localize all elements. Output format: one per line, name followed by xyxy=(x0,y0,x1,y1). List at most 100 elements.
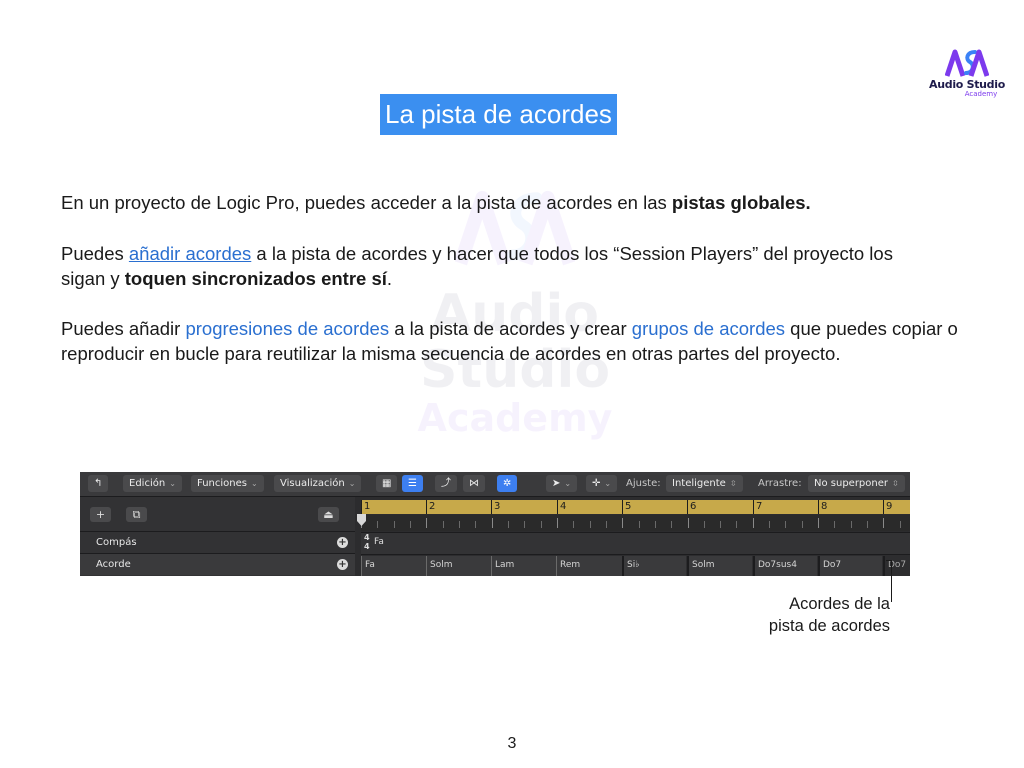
track-label-acorde: Acorde xyxy=(96,559,131,570)
beat-tick xyxy=(426,518,427,528)
chord-region[interactable]: Solm xyxy=(426,556,491,576)
link-anadir-acordes[interactable]: añadir acordes xyxy=(129,243,251,264)
chevron-down-icon: ⌄ xyxy=(250,479,258,488)
arrastre-value: No superponer xyxy=(814,478,889,489)
bar-number: 7 xyxy=(753,500,762,514)
bar-number: 5 xyxy=(622,500,631,514)
visualizacion-label: Visualización xyxy=(280,478,345,489)
visualizacion-menu[interactable]: Visualización ⌄ xyxy=(274,475,362,492)
link-progresiones-de-acordes[interactable]: progresiones de acordes xyxy=(185,318,389,339)
bar-number: 8 xyxy=(818,500,827,514)
key-signature: Fa xyxy=(374,537,384,547)
p3-text-a: Puedes añadir xyxy=(61,318,186,339)
track-header-compas[interactable]: Compás + xyxy=(80,531,355,553)
duplicate-icon: ⧉ xyxy=(132,508,141,521)
chord-region[interactable]: Lam xyxy=(491,556,556,576)
chord-region[interactable]: Solm xyxy=(687,556,752,576)
bar-ruler[interactable]: 1 2 3 4 5 6 7 8 9 xyxy=(361,500,910,514)
chord-region[interactable]: Si♭ xyxy=(622,556,686,576)
catch-icon: ✲ xyxy=(503,478,512,489)
ajuste-value: Inteligente xyxy=(672,478,726,489)
secondary-tool-menu[interactable]: ✛ ⌄ xyxy=(586,475,618,492)
beat-tick xyxy=(688,518,689,528)
back-arrow-icon: ↰ xyxy=(94,478,103,489)
logo-subtext: Academy xyxy=(964,90,998,98)
arrastre-label: Arrastre: xyxy=(758,478,802,489)
bar-number: 9 xyxy=(883,500,892,514)
logo-text: Audio Studio xyxy=(929,78,1005,91)
p2-bold: toquen sincronizados entre sí xyxy=(124,268,387,289)
chevron-down-icon: ⌄ xyxy=(169,479,176,488)
playhead-icon[interactable] xyxy=(357,514,366,526)
logic-pro-screenshot: ↰ Edición ⌄ Funciones ⌄ Visualización ⌄ ▦ ☰… xyxy=(80,472,910,576)
beat-tick xyxy=(851,521,852,528)
paragraph-3: Puedes añadir progresiones de acordes a … xyxy=(61,316,961,366)
compas-track-lane[interactable]: 4 4 Fa xyxy=(361,532,910,554)
beat-tick xyxy=(573,521,574,528)
time-signature-top: 4 xyxy=(364,533,370,542)
arrastre-select[interactable]: No superponer ⇳ xyxy=(808,475,905,492)
list-icon: ☰ xyxy=(408,478,417,489)
grid-view-button[interactable]: ▦ xyxy=(376,475,398,492)
time-signature-bottom: 4 xyxy=(364,542,370,551)
catch-button[interactable]: ✲ xyxy=(497,475,518,492)
p1-text: En un proyecto de Logic Pro, puedes acce… xyxy=(61,192,672,213)
beat-tick xyxy=(639,521,640,528)
callout-line-2: pista de acordes xyxy=(768,617,890,635)
chord-region[interactable]: Do7 xyxy=(818,556,882,576)
beat-tick xyxy=(671,521,672,528)
add-acorde-icon[interactable]: + xyxy=(337,559,348,570)
chord-region[interactable]: Rem xyxy=(556,556,622,576)
callout-line xyxy=(891,560,892,602)
collapse-tracks-button[interactable]: ⏏ xyxy=(318,507,339,522)
duplicate-track-button[interactable]: ⧉ xyxy=(126,507,147,522)
back-button[interactable]: ↰ xyxy=(88,475,109,492)
beat-tick xyxy=(524,521,525,528)
chevron-down-icon: ⌄ xyxy=(564,479,572,488)
chord-region[interactable]: Do7 xyxy=(883,556,910,576)
beat-tick xyxy=(704,521,705,528)
edicion-label: Edición xyxy=(129,478,166,489)
beat-tick xyxy=(475,521,476,528)
bar-number: 2 xyxy=(426,500,435,514)
add-track-button[interactable]: + xyxy=(90,507,111,522)
paragraph-1: En un proyecto de Logic Pro, puedes acce… xyxy=(61,190,961,215)
beat-tick xyxy=(769,521,770,528)
track-headers: + ⧉ ⏏ Compás + Acorde + xyxy=(80,497,355,576)
beat-tick xyxy=(802,521,803,528)
link-grupos-de-acordes[interactable]: grupos de acordes xyxy=(632,318,785,339)
beat-tick xyxy=(410,521,411,528)
logo-mark-icon xyxy=(945,49,989,77)
ajuste-select[interactable]: Inteligente ⇳ xyxy=(666,475,743,492)
callout-line-1: Acordes de la xyxy=(789,595,890,613)
page-number: 3 xyxy=(507,735,517,752)
track-header-acorde[interactable]: Acorde + xyxy=(80,553,355,575)
list-view-button[interactable]: ☰ xyxy=(402,475,423,492)
beat-tick xyxy=(900,521,901,528)
p2-text-c: . xyxy=(386,268,393,289)
chord-region[interactable]: Do7sus4 xyxy=(753,556,817,576)
automation-button[interactable]: ⤴ xyxy=(435,475,457,492)
p2-text-a: Puedes xyxy=(61,243,129,264)
beat-tick xyxy=(590,521,591,528)
flex-button[interactable]: ⋈ xyxy=(463,475,485,492)
funciones-menu[interactable]: Funciones ⌄ xyxy=(191,475,264,492)
beat-tick xyxy=(508,521,509,528)
updown-icon: ⇳ xyxy=(729,479,737,488)
add-compas-icon[interactable]: + xyxy=(337,537,348,548)
beat-tick xyxy=(541,521,542,528)
beat-tick xyxy=(818,518,819,528)
beat-tick xyxy=(377,521,378,528)
edicion-menu[interactable]: Edición ⌄ xyxy=(123,475,182,492)
acorde-track-lane[interactable]: Fa Solm Lam Rem Si♭ Solm Do7sus4 Do7 Do7 xyxy=(361,554,910,576)
beat-tick xyxy=(655,521,656,528)
chord-region[interactable]: Fa xyxy=(361,556,426,576)
beat-tick xyxy=(883,518,884,528)
beat-tick xyxy=(492,518,493,528)
pointer-tool-menu[interactable]: ➤ ⌄ xyxy=(546,475,578,492)
beat-tick xyxy=(834,521,835,528)
automation-icon: ⤴ xyxy=(441,478,451,489)
watermark: Audio Studio Academy xyxy=(340,175,690,455)
p1-bold: pistas globales. xyxy=(671,192,811,213)
page-title: La pista de acordes xyxy=(380,94,617,135)
